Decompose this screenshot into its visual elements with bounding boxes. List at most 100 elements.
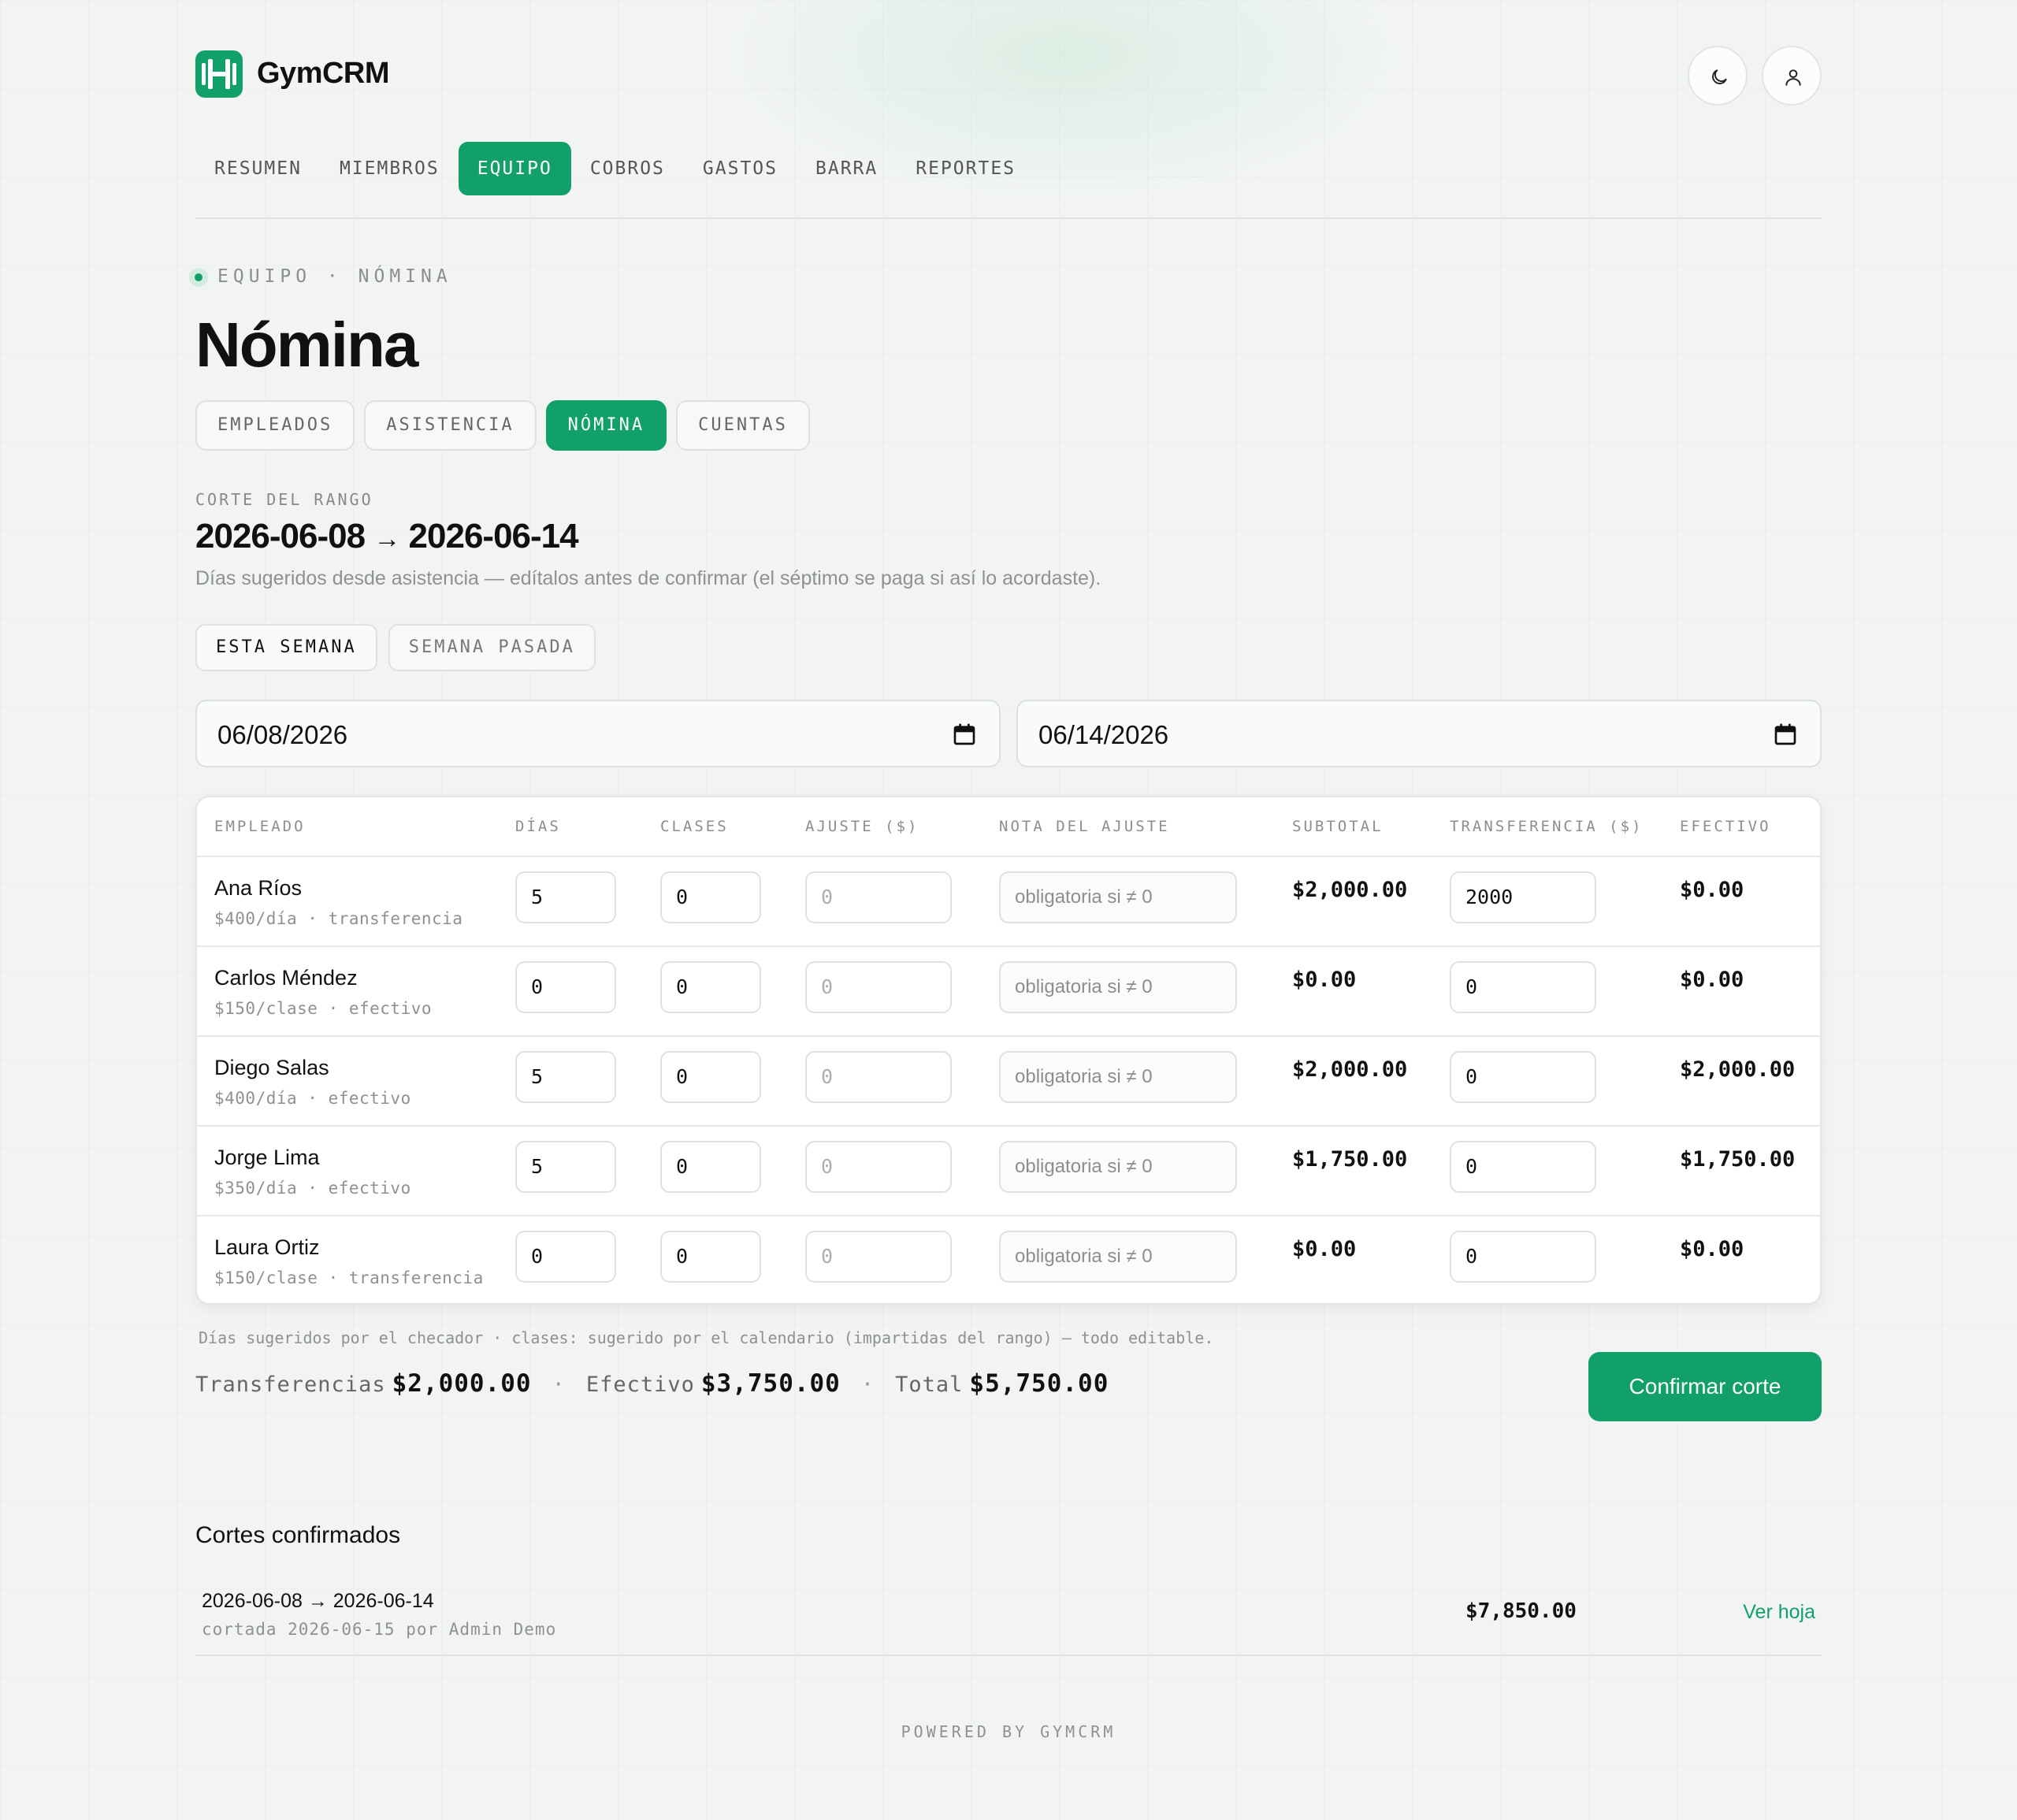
- range-arrow: →: [373, 524, 400, 554]
- nav-resumen[interactable]: RESUMEN: [195, 142, 321, 195]
- subtotal-value: $1,750.00: [1292, 1147, 1408, 1172]
- confirm-cut-button[interactable]: Confirmar corte: [1588, 1352, 1822, 1421]
- adjustment-note-input[interactable]: obligatoria si ≠ 0: [999, 1231, 1237, 1283]
- calendar-icon[interactable]: [1773, 722, 1798, 747]
- tab-cuentas[interactable]: CUENTAS: [676, 400, 810, 451]
- calendar-icon[interactable]: [952, 722, 977, 747]
- classes-input[interactable]: 0: [660, 1231, 761, 1283]
- date-from-input[interactable]: 06/08/2026: [195, 700, 1001, 767]
- classes-input[interactable]: 0: [660, 871, 761, 923]
- nav-equipo[interactable]: EQUIPO: [458, 142, 571, 195]
- cash-total-value: $3,750.00: [700, 1369, 841, 1398]
- payroll-table: EMPLEADO DÍAS CLASES AJUSTE ($) NOTA DEL…: [195, 796, 1822, 1305]
- app-header: GymCRM: [195, 46, 1822, 106]
- transfer-input[interactable]: 2000: [1450, 871, 1596, 923]
- cash-value: $0.00: [1680, 1237, 1744, 1261]
- tab-nomina[interactable]: NÓMINA: [545, 400, 667, 451]
- classes-input[interactable]: 0: [660, 961, 761, 1013]
- table-row: Diego Salas $400/día · efectivo 5 0 0 obligat…: [197, 1037, 1820, 1127]
- nav-miembros[interactable]: MIEMBROS: [321, 142, 459, 195]
- user-icon: [1785, 69, 1801, 86]
- subtotal-value: $2,000.00: [1292, 1057, 1408, 1082]
- table-row: Laura Ortiz $150/clase · transferencia 0 0 0…: [197, 1216, 1820, 1303]
- grand-total-label: Total: [895, 1372, 964, 1397]
- adjustment-input[interactable]: 0: [805, 1141, 952, 1193]
- preset-last-week-button[interactable]: SEMANA PASADA: [388, 624, 596, 671]
- tab-empleados[interactable]: EMPLEADOS: [195, 400, 355, 451]
- employee-name: Ana Ríos: [214, 876, 303, 900]
- history-amount: $7,850.00: [1465, 1599, 1577, 1623]
- subtotal-value: $2,000.00: [1292, 878, 1408, 902]
- th-efectivo: EFECTIVO: [1680, 818, 1771, 835]
- brand-name[interactable]: GymCRM: [257, 57, 390, 91]
- employee-name: Jorge Lima: [214, 1146, 320, 1169]
- adjustment-input[interactable]: 0: [805, 961, 952, 1013]
- transfer-total-label: Transferencias: [195, 1372, 386, 1397]
- adjustment-note-input[interactable]: obligatoria si ≠ 0: [999, 871, 1237, 923]
- adjustment-input[interactable]: 0: [805, 1051, 952, 1103]
- th-clases: CLASES: [660, 818, 729, 835]
- table-row: Jorge Lima $350/día · efectivo 5 0 0 obligato…: [197, 1127, 1820, 1216]
- nav-barra[interactable]: BARRA: [797, 142, 897, 195]
- table-row: Ana Ríos $400/día · transferencia 5 0 0 oblig…: [197, 857, 1820, 947]
- history-meta: cortada 2026-06-15 por Admin Demo: [202, 1620, 557, 1639]
- preset-this-week-button[interactable]: ESTA SEMANA: [195, 624, 377, 671]
- history-title: Cortes confirmados: [195, 1522, 401, 1548]
- user-menu-button[interactable]: [1762, 46, 1822, 106]
- breadcrumb-text: EQUIPO · NÓMINA: [217, 266, 452, 287]
- employee-rate: $150/clase · efectivo: [214, 999, 433, 1018]
- grand-total-value: $5,750.00: [969, 1369, 1109, 1398]
- table-row: Carlos Méndez $150/clase · efectivo 0 0 0 obl…: [197, 947, 1820, 1037]
- transfer-input[interactable]: 0: [1450, 1141, 1596, 1193]
- table-footnote: Días sugeridos por el checador · clases:…: [199, 1328, 1214, 1347]
- days-input[interactable]: 0: [515, 961, 616, 1013]
- days-input[interactable]: 5: [515, 1141, 616, 1193]
- adjustment-input[interactable]: 0: [805, 1231, 952, 1283]
- employee-rate: $400/día · efectivo: [214, 1089, 411, 1108]
- view-sheet-link[interactable]: Ver hoja: [1743, 1601, 1815, 1624]
- cash-value: $1,750.00: [1680, 1147, 1796, 1172]
- days-input[interactable]: 5: [515, 871, 616, 923]
- subtotal-value: $0.00: [1292, 968, 1357, 992]
- range-label: CORTE DEL RANGO: [195, 490, 373, 509]
- nav-divider: [195, 217, 1822, 219]
- moon-icon: [1712, 69, 1727, 84]
- classes-input[interactable]: 0: [660, 1141, 761, 1193]
- tab-asistencia[interactable]: ASISTENCIA: [364, 400, 537, 451]
- date-to-value: 06/14/2026: [1038, 720, 1169, 749]
- employee-name: Laura Ortiz: [214, 1235, 320, 1259]
- sub-tabs: EMPLEADOS ASISTENCIA NÓMINA CUENTAS: [195, 400, 810, 451]
- th-nota: NOTA DEL AJUSTE: [999, 818, 1170, 835]
- th-ajuste: AJUSTE ($): [805, 818, 919, 835]
- cash-value: $0.00: [1680, 878, 1744, 902]
- main-nav: RESUMEN MIEMBROS EQUIPO COBROS GASTOS BA…: [195, 142, 1035, 195]
- days-input[interactable]: 5: [515, 1051, 616, 1103]
- employee-rate: $350/día · efectivo: [214, 1179, 411, 1198]
- employee-name: Carlos Méndez: [214, 966, 358, 990]
- th-subtotal: SUBTOTAL: [1292, 818, 1384, 835]
- classes-input[interactable]: 0: [660, 1051, 761, 1103]
- range-end: 2026-06-14: [408, 517, 579, 555]
- page-title: Nómina: [195, 310, 418, 380]
- nav-reportes[interactable]: REPORTES: [897, 142, 1035, 195]
- theme-toggle-button[interactable]: [1688, 46, 1748, 106]
- adjustment-note-input[interactable]: obligatoria si ≠ 0: [999, 961, 1237, 1013]
- transfer-input[interactable]: 0: [1450, 1231, 1596, 1283]
- transfer-input[interactable]: 0: [1450, 1051, 1596, 1103]
- adjustment-note-input[interactable]: obligatoria si ≠ 0: [999, 1141, 1237, 1193]
- totals-separator: ·: [860, 1372, 875, 1397]
- th-dias: DÍAS: [515, 818, 561, 835]
- totals-summary: Transferencias $2,000.00 · Efectivo $3,750.0…: [195, 1369, 1109, 1398]
- date-to-input[interactable]: 06/14/2026: [1016, 700, 1822, 767]
- nav-cobros[interactable]: COBROS: [571, 142, 684, 195]
- th-empleado: EMPLEADO: [214, 818, 306, 835]
- history-row: 2026-06-08 → 2026-06-14 cortada 2026-06-…: [195, 1576, 1822, 1656]
- adjustment-input[interactable]: 0: [805, 871, 952, 923]
- breadcrumb: EQUIPO · NÓMINA: [195, 266, 452, 287]
- adjustment-note-input[interactable]: obligatoria si ≠ 0: [999, 1051, 1237, 1103]
- transfer-input[interactable]: 0: [1450, 961, 1596, 1013]
- th-transferencia: TRANSFERENCIA ($): [1450, 818, 1644, 835]
- days-input[interactable]: 0: [515, 1231, 616, 1283]
- range-start: 2026-06-08: [195, 517, 366, 555]
- nav-gastos[interactable]: GASTOS: [684, 142, 797, 195]
